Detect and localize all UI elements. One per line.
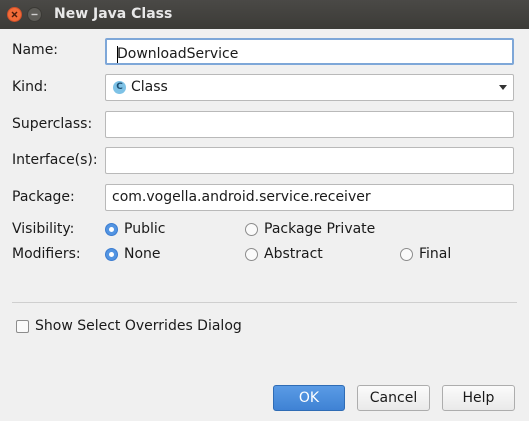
- modifiers-none-label: None: [124, 246, 161, 262]
- dropdown-arrow-icon: [499, 85, 507, 90]
- ok-button[interactable]: OK: [273, 385, 345, 411]
- visibility-package-private-label: Package Private: [264, 221, 376, 237]
- class-icon: C: [113, 81, 126, 94]
- close-icon: [11, 11, 18, 18]
- name-label: Name:: [12, 42, 59, 58]
- show-overrides-checkbox[interactable]: Show Select Overrides Dialog: [16, 318, 242, 334]
- close-window-button[interactable]: [7, 7, 22, 22]
- interfaces-input[interactable]: [105, 147, 514, 174]
- modifiers-abstract-radio[interactable]: Abstract: [245, 246, 323, 262]
- visibility-package-private-radio[interactable]: Package Private: [245, 221, 375, 237]
- radio-selected-icon: [105, 247, 118, 261]
- kind-value: Class: [131, 79, 168, 95]
- kind-label: Kind:: [12, 79, 48, 95]
- radio-selected-icon: [105, 222, 118, 236]
- interfaces-label: Interface(s):: [12, 152, 98, 168]
- show-overrides-label: Show Select Overrides Dialog: [35, 318, 242, 334]
- superclass-input[interactable]: [105, 111, 514, 138]
- modifiers-abstract-label: Abstract: [264, 246, 323, 262]
- cancel-button[interactable]: Cancel: [357, 385, 430, 411]
- modifiers-final-radio[interactable]: Final: [400, 246, 451, 262]
- text-caret: [117, 46, 118, 63]
- visibility-public-label: Public: [124, 221, 166, 237]
- modifiers-none-radio[interactable]: None: [105, 246, 161, 262]
- visibility-label: Visibility:: [12, 221, 75, 237]
- minimize-window-button[interactable]: [27, 7, 42, 22]
- window-title: New Java Class: [54, 6, 173, 22]
- kind-dropdown[interactable]: C Class: [105, 74, 514, 101]
- package-value: com.vogella.android.service.receiver: [112, 189, 371, 205]
- modifiers-label: Modifiers:: [12, 246, 81, 262]
- name-value: DownloadService: [117, 46, 239, 62]
- radio-unselected-icon: [245, 222, 258, 236]
- radio-unselected-icon: [245, 247, 258, 261]
- divider: [12, 302, 517, 303]
- package-input[interactable]: com.vogella.android.service.receiver: [105, 184, 514, 211]
- checkbox-unchecked-icon: [16, 319, 29, 333]
- title-bar: New Java Class: [0, 0, 529, 29]
- superclass-label: Superclass:: [12, 116, 93, 132]
- help-button[interactable]: Help: [442, 385, 515, 411]
- minimize-icon: [31, 13, 38, 16]
- name-input[interactable]: DownloadService: [105, 38, 514, 65]
- package-label: Package:: [12, 189, 75, 205]
- visibility-public-radio[interactable]: Public: [105, 221, 165, 237]
- radio-unselected-icon: [400, 247, 413, 261]
- modifiers-final-label: Final: [419, 246, 452, 262]
